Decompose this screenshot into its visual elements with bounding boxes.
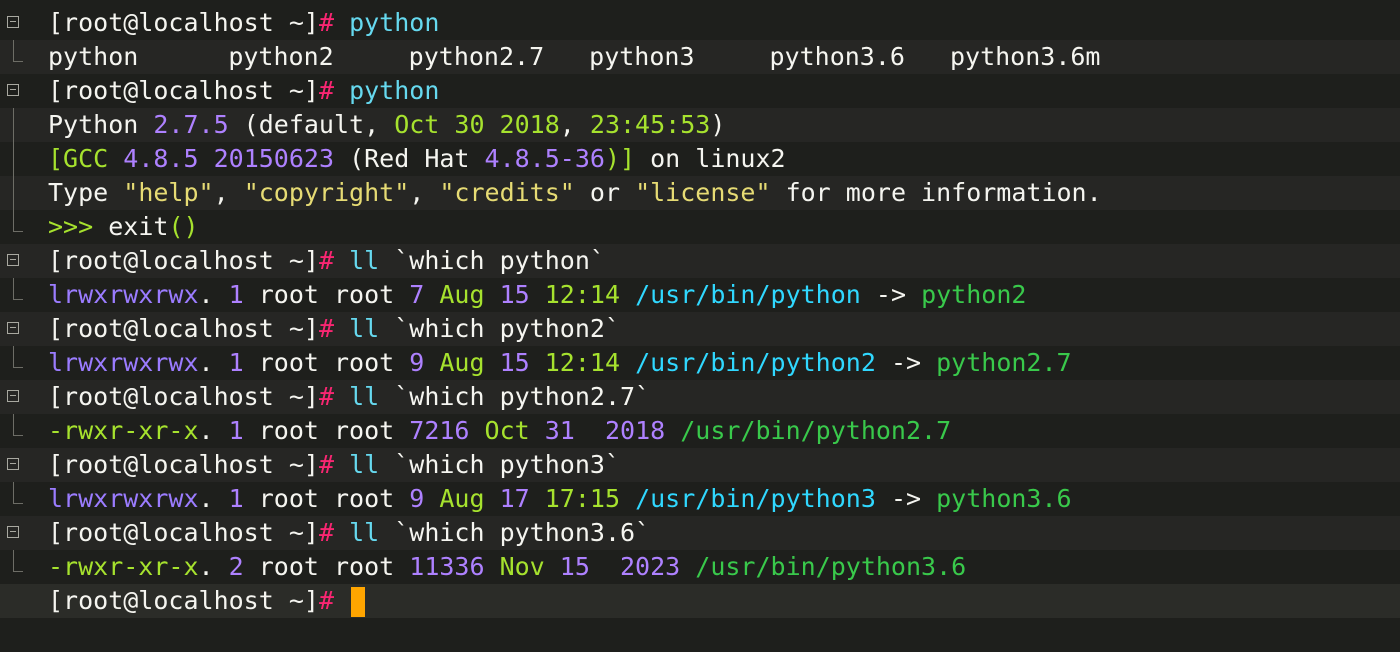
- fold-collapse-icon[interactable]: [7, 458, 19, 470]
- terminal-line: >>> exit(): [0, 210, 1400, 244]
- terminal-line: [root@localhost ~]# python: [0, 6, 1400, 40]
- terminal-line: [root@localhost ~]# ll `which python3.6`: [0, 516, 1400, 550]
- prompt-hash: #: [318, 76, 334, 105]
- terminal-line: [root@localhost ~]# ll `which python2.7`: [0, 380, 1400, 414]
- ls-entry: -rwxr-xr-x. 1 root root 7216 Oct 31 2018…: [48, 416, 952, 445]
- prompt: [root@localhost ~]: [48, 76, 319, 105]
- terminal-line: Python 2.7.5 (default, Oct 30 2018, 23:4…: [0, 108, 1400, 142]
- fold-collapse-icon[interactable]: [7, 254, 19, 266]
- fold-end-icon: [13, 550, 23, 572]
- ls-entry: lrwxrwxrwx. 1 root root 9 Aug 17 17:15 /…: [48, 484, 1072, 513]
- terminal-line: [root@localhost ~]# python: [0, 74, 1400, 108]
- prompt-hash: #: [318, 382, 334, 411]
- fold-collapse-icon[interactable]: [7, 390, 19, 402]
- prompt-hash: #: [318, 314, 334, 343]
- fold-line-icon: [13, 142, 14, 176]
- prompt: [root@localhost ~]: [48, 8, 319, 37]
- prompt: [root@localhost ~]: [48, 382, 319, 411]
- prompt: [root@localhost ~]: [48, 314, 319, 343]
- fold-end-icon: [13, 346, 23, 368]
- terminal-line: python python2 python2.7 python3 python3.6 py…: [0, 40, 1400, 74]
- fold-collapse-icon[interactable]: [7, 84, 19, 96]
- terminal-window[interactable]: [root@localhost ~]# python python python2…: [0, 0, 1400, 652]
- ls-entry: -rwxr-xr-x. 2 root root 11336 Nov 15 202…: [48, 552, 967, 581]
- fold-line-icon: [13, 176, 14, 210]
- completion-list: python python2 python2.7 python3 python3.6 py…: [48, 42, 1101, 71]
- ls-entry: lrwxrwxrwx. 1 root root 7 Aug 15 12:14 /…: [48, 280, 1027, 309]
- terminal-line: [root@localhost ~]# ll `which python3`: [0, 448, 1400, 482]
- command: python: [349, 8, 440, 37]
- terminal-line: lrwxrwxrwx. 1 root root 9 Aug 15 12:14 /…: [0, 346, 1400, 380]
- terminal-line: lrwxrwxrwx. 1 root root 9 Aug 17 17:15 /…: [0, 482, 1400, 516]
- prompt: [root@localhost ~]: [48, 450, 319, 479]
- fold-end-icon: [13, 40, 23, 62]
- command: ll: [349, 246, 380, 275]
- prompt: [root@localhost ~]: [48, 586, 319, 615]
- fold-collapse-icon[interactable]: [7, 526, 19, 538]
- terminal-line: [root@localhost ~]# ll `which python2`: [0, 312, 1400, 346]
- fold-line-icon: [13, 108, 14, 142]
- prompt-hash: #: [318, 518, 334, 547]
- command: python: [349, 76, 440, 105]
- text-cursor[interactable]: [351, 587, 366, 617]
- fold-end-icon: [13, 278, 23, 300]
- fold-collapse-icon[interactable]: [7, 322, 19, 334]
- terminal-line: Type "help", "copyright", "credits" or "…: [0, 176, 1400, 210]
- fold-end-icon: [13, 210, 23, 232]
- prompt: [root@localhost ~]: [48, 518, 319, 547]
- prompt: [root@localhost ~]: [48, 246, 319, 275]
- fold-collapse-icon[interactable]: [7, 16, 19, 28]
- command: ll: [349, 518, 380, 547]
- python-banner: Python 2.7.5 (default, Oct 30 2018, 23:4…: [48, 110, 726, 139]
- prompt-hash: #: [318, 450, 334, 479]
- ls-entry: lrwxrwxrwx. 1 root root 9 Aug 15 12:14 /…: [48, 348, 1072, 377]
- fold-end-icon: [13, 414, 23, 436]
- terminal-line: -rwxr-xr-x. 2 root root 11336 Nov 15 202…: [0, 550, 1400, 584]
- command: ll: [349, 314, 380, 343]
- repl-prompt: >>>: [48, 212, 109, 241]
- terminal-line: [root@localhost ~]# ll `which python`: [0, 244, 1400, 278]
- prompt-hash: #: [318, 8, 334, 37]
- prompt-hash: #: [318, 246, 334, 275]
- command: ll: [349, 450, 380, 479]
- terminal-line: [GCC 4.8.5 20150623 (Red Hat 4.8.5-36)] …: [0, 142, 1400, 176]
- terminal-line: -rwxr-xr-x. 1 root root 7216 Oct 31 2018…: [0, 414, 1400, 448]
- command: ll: [349, 382, 380, 411]
- fold-end-icon: [13, 482, 23, 504]
- prompt-hash: #: [318, 586, 334, 615]
- active-prompt-line[interactable]: [root@localhost ~]#: [0, 584, 1400, 618]
- fold-gutter[interactable]: [0, 6, 32, 40]
- terminal-line: lrwxrwxrwx. 1 root root 7 Aug 15 12:14 /…: [0, 278, 1400, 312]
